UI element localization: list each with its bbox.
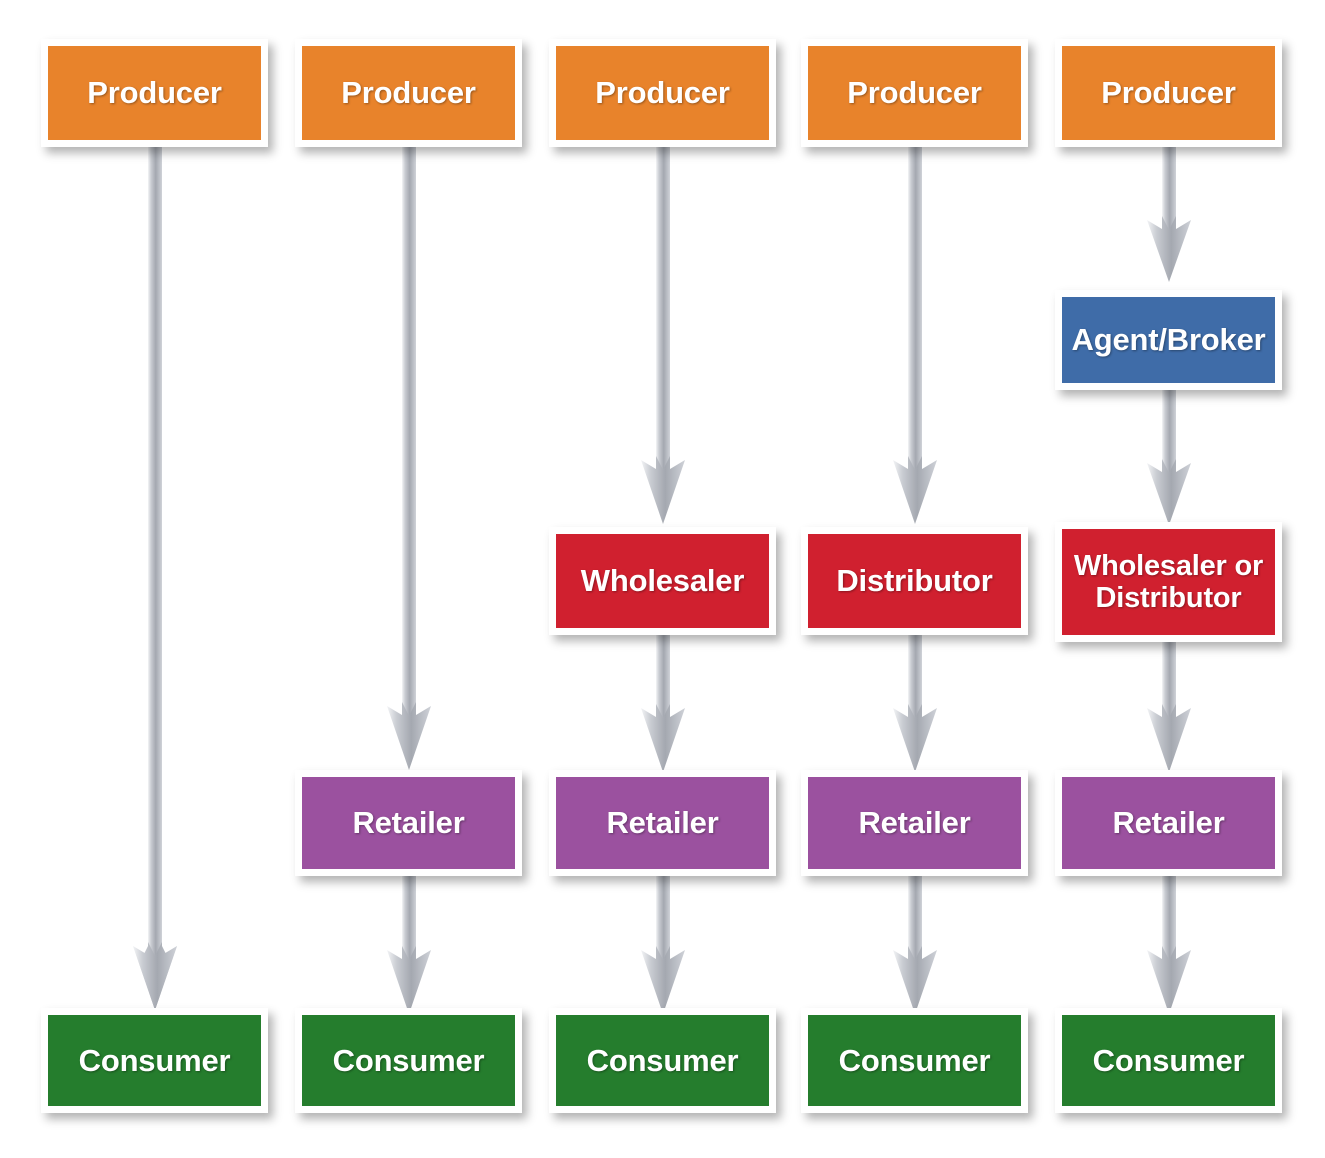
node-consumer-1[interactable]: Consumer: [41, 1008, 268, 1113]
node-label: Producer: [595, 75, 730, 111]
node-label: Wholesaler: [580, 563, 745, 599]
arrow-producer-4-to-distributor-4: [893, 130, 937, 530]
node-fill: Retailer: [302, 777, 515, 869]
node-fill: Wholesaler: [556, 534, 769, 628]
node-fill: Consumer: [1062, 1015, 1275, 1106]
arrow-retailer-4-to-consumer-4: [893, 860, 937, 1020]
node-producer-3[interactable]: Producer: [549, 39, 776, 147]
node-label: Consumer: [838, 1042, 991, 1078]
node-producer-4[interactable]: Producer: [801, 39, 1028, 147]
node-label: Consumer: [1092, 1042, 1245, 1078]
node-fill: Producer: [48, 46, 261, 140]
node-fill: Distributor: [808, 534, 1021, 628]
node-fill: Producer: [302, 46, 515, 140]
node-distributor-4[interactable]: Distributor: [801, 527, 1028, 635]
node-label: Wholesaler or Distributor: [1073, 549, 1264, 614]
node-consumer-3[interactable]: Consumer: [549, 1008, 776, 1113]
arrow-retailer-3-to-consumer-3: [641, 860, 685, 1020]
node-retailer-4[interactable]: Retailer: [801, 770, 1028, 876]
node-label: Retailer: [1112, 805, 1225, 841]
node-consumer-2[interactable]: Consumer: [295, 1008, 522, 1113]
arrow-wholesaler-or-distributor-5-to-retailer-5: [1147, 625, 1191, 785]
node-label: Consumer: [78, 1042, 231, 1078]
arrow-retailer-2-to-consumer-2: [387, 860, 431, 1020]
node-label: Consumer: [332, 1042, 485, 1078]
node-fill: Producer: [808, 46, 1021, 140]
node-fill: Retailer: [1062, 777, 1275, 869]
node-label: Retailer: [858, 805, 971, 841]
arrow-agent-broker-5-to-wholesaler-or-distributor-5: [1147, 375, 1191, 540]
node-fill: Retailer: [556, 777, 769, 869]
node-label: Retailer: [352, 805, 465, 841]
node-fill: Consumer: [808, 1015, 1021, 1106]
node-retailer-2[interactable]: Retailer: [295, 770, 522, 876]
node-consumer-4[interactable]: Consumer: [801, 1008, 1028, 1113]
node-fill: Agent/Broker: [1062, 297, 1275, 383]
node-producer-5[interactable]: Producer: [1055, 39, 1282, 147]
arrow-retailer-5-to-consumer-5: [1147, 860, 1191, 1020]
node-fill: Consumer: [556, 1015, 769, 1106]
arrow-producer-5-to-agent-broker-5: [1147, 130, 1191, 300]
node-wholesaler-3[interactable]: Wholesaler: [549, 527, 776, 635]
node-producer-2[interactable]: Producer: [295, 39, 522, 147]
node-retailer-5[interactable]: Retailer: [1055, 770, 1282, 876]
node-label: Producer: [1101, 75, 1236, 111]
node-producer-1[interactable]: Producer: [41, 39, 268, 147]
arrow-wholesaler-3-to-retailer-3: [641, 620, 685, 780]
node-retailer-3[interactable]: Retailer: [549, 770, 776, 876]
node-fill: Consumer: [302, 1015, 515, 1106]
node-agent-broker-5[interactable]: Agent/Broker: [1055, 290, 1282, 390]
node-fill: Producer: [556, 46, 769, 140]
node-label: Agent/Broker: [1071, 322, 1266, 358]
arrow-producer-1-to-consumer-1: [133, 130, 177, 1010]
node-fill: Producer: [1062, 46, 1275, 140]
node-wholesaler-or-distributor-5[interactable]: Wholesaler or Distributor: [1055, 522, 1282, 642]
node-label: Consumer: [586, 1042, 739, 1078]
distribution-channel-diagram: Producer Producer Producer Producer Prod…: [0, 0, 1325, 1158]
arrow-producer-2-to-retailer-2: [387, 130, 431, 770]
node-consumer-5[interactable]: Consumer: [1055, 1008, 1282, 1113]
node-fill: Consumer: [48, 1015, 261, 1106]
node-fill: Wholesaler or Distributor: [1062, 529, 1275, 635]
node-label: Distributor: [836, 563, 993, 599]
node-label: Producer: [341, 75, 476, 111]
arrow-producer-3-to-wholesaler-3: [641, 130, 685, 530]
node-label: Producer: [87, 75, 222, 111]
arrow-distributor-4-to-retailer-4: [893, 620, 937, 780]
node-label: Retailer: [606, 805, 719, 841]
node-label: Producer: [847, 75, 982, 111]
node-fill: Retailer: [808, 777, 1021, 869]
